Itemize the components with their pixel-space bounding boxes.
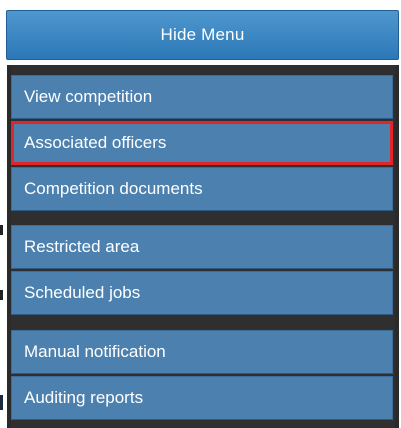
left-edge-mark xyxy=(0,290,3,300)
menu-group-1: View competition Associated officers Com… xyxy=(11,75,393,213)
menu-item-scheduled-jobs[interactable]: Scheduled jobs xyxy=(11,271,393,315)
menu-item-associated-officers[interactable]: Associated officers xyxy=(11,121,393,165)
menu-group-2: Restricted area Scheduled jobs xyxy=(11,225,393,317)
menu-item-manual-notification[interactable]: Manual notification xyxy=(11,330,393,374)
left-edge-mark xyxy=(0,225,3,235)
left-edge-mark xyxy=(0,395,3,410)
menu-item-view-competition[interactable]: View competition xyxy=(11,75,393,119)
menu-screen: Hide Menu View competition Associated of… xyxy=(0,0,401,428)
hide-menu-button[interactable]: Hide Menu xyxy=(6,10,399,60)
menu-group-3: Manual notification Auditing reports xyxy=(11,330,393,422)
menu-item-restricted-area[interactable]: Restricted area xyxy=(11,225,393,269)
menu-item-auditing-reports[interactable]: Auditing reports xyxy=(11,376,393,420)
menu-item-competition-documents[interactable]: Competition documents xyxy=(11,167,393,211)
